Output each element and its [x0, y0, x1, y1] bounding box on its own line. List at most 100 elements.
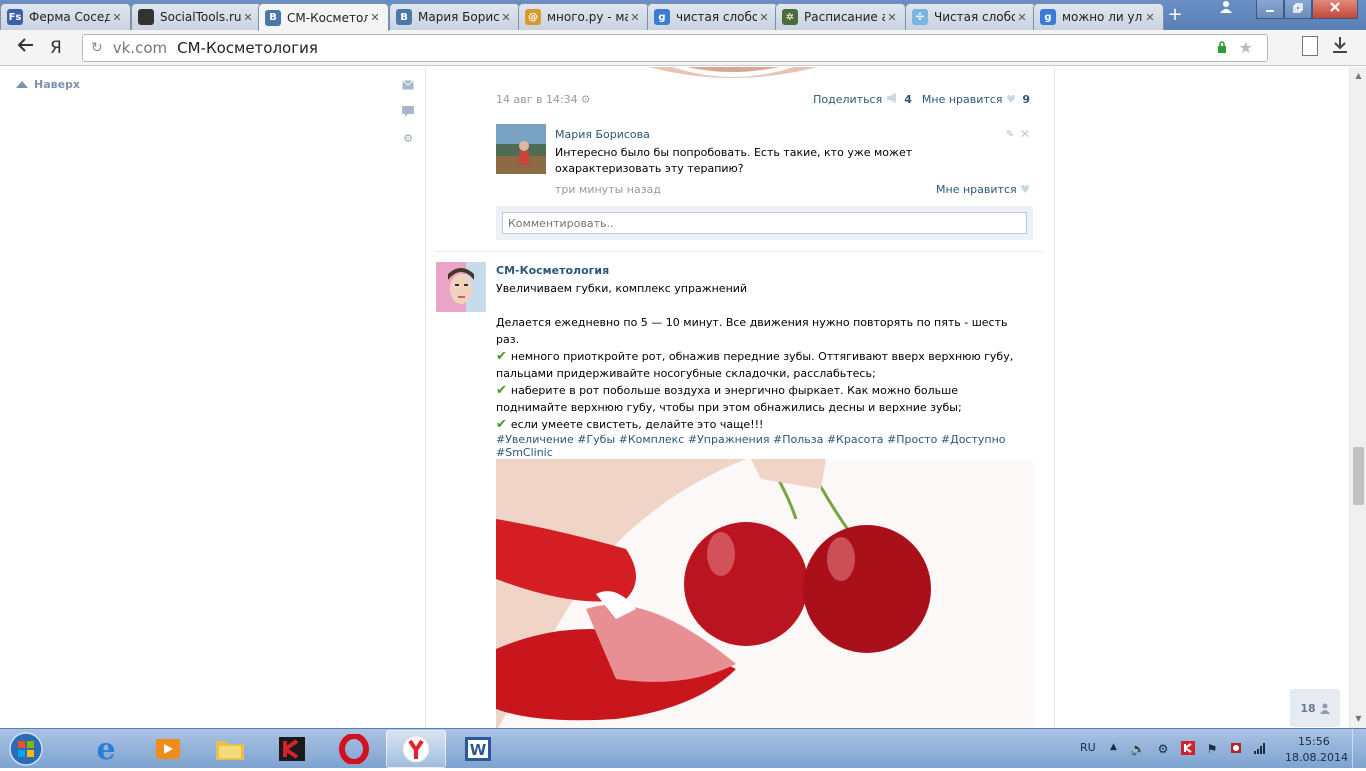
page-icon[interactable] [1302, 36, 1318, 56]
show-hidden-icons[interactable]: ▲ [1110, 742, 1117, 752]
show-desktop-button[interactable] [1352, 729, 1366, 769]
tab-close-icon[interactable]: ✕ [757, 11, 771, 24]
online-counter-widget[interactable]: 18 [1290, 689, 1340, 727]
delete-comment-icon[interactable]: ✕ [1020, 127, 1030, 141]
close-window-button[interactable] [1312, 0, 1358, 19]
yandex-button[interactable]: Я [50, 36, 68, 60]
user-profile-icon[interactable] [1212, 0, 1240, 20]
browser-tab[interactable]: ✣ Чистая слобод✕ [905, 3, 1036, 30]
post-image-lips-cherries[interactable] [496, 459, 1033, 728]
user-icon [1220, 1, 1232, 13]
browser-tab[interactable]: g можно ли улу ✕ [1033, 3, 1164, 30]
messages-icon[interactable] [402, 80, 414, 91]
antivirus-tray-icon[interactable] [1228, 741, 1244, 757]
post-actions: Поделиться 4 Мне нравится ♥ 9 [813, 93, 1030, 106]
comment-text: Интересно было бы попробовать. Есть таки… [555, 146, 913, 175]
tab-label: чистая слобод [676, 10, 757, 24]
folder-icon [216, 741, 244, 760]
like-button[interactable]: Мне нравится ♥ 9 [922, 93, 1030, 106]
scroll-up-link[interactable]: Наверх [16, 78, 80, 91]
tab-close-icon[interactable]: ✕ [499, 11, 513, 24]
post-hashtags[interactable]: #Увеличение #Губы #Комплекс #Упражнения … [496, 433, 1042, 459]
post-author-name[interactable]: СМ-Косметология [496, 264, 609, 277]
post-step-text: если умеете свистеть, делайте это чаще!!… [510, 418, 764, 431]
comments-icon[interactable] [402, 106, 414, 117]
download-icon[interactable] [1332, 36, 1348, 59]
settings-gear-icon[interactable]: ⚙ [402, 133, 414, 144]
tab-label: Мария Борис [418, 10, 499, 24]
scrollbar-thumb[interactable] [1353, 447, 1364, 505]
action-center-flag-icon[interactable]: ⚑ [1204, 741, 1220, 757]
taskbar-word[interactable]: W [448, 730, 508, 768]
taskbar-opera[interactable] [324, 730, 384, 768]
edit-pencil-icon[interactable]: ✎ [1006, 129, 1014, 140]
tab-label: можно ли улу [1062, 10, 1143, 24]
scroll-up-arrow-icon[interactable]: ▲ [1353, 71, 1364, 81]
clock-time[interactable]: 15:56 [1298, 735, 1330, 748]
tab-close-icon[interactable]: ✕ [1015, 11, 1029, 24]
tab-label: Ферма Соседи [29, 10, 110, 24]
signal-strength-icon[interactable] [1252, 741, 1268, 757]
post-title: Увеличиваем губки, комплекс упражнений [496, 282, 748, 295]
reload-icon[interactable]: ↻ [91, 40, 103, 56]
community-avatar[interactable] [436, 262, 486, 312]
maximize-button[interactable] [1284, 0, 1312, 19]
comment-author-name[interactable]: Мария Борисова [555, 128, 650, 141]
taskbar-explorer[interactable] [200, 730, 260, 768]
language-indicator[interactable]: RU [1080, 741, 1096, 754]
checkmark-icon: ✔ [496, 349, 507, 364]
restore-icon [1293, 3, 1303, 13]
opera-icon [339, 734, 369, 764]
lock-icon[interactable] [1217, 41, 1227, 53]
taskbar-kaspersky[interactable] [262, 730, 322, 768]
comment-form [496, 206, 1033, 240]
taskbar-internet-explorer[interactable]: e [76, 730, 136, 768]
tab-close-icon[interactable]: ✕ [628, 11, 642, 24]
tab-label: Чистая слобод [934, 10, 1015, 24]
tab-close-icon[interactable]: ✕ [1143, 11, 1157, 24]
browser-tab[interactable]: g чистая слобод✕ [647, 3, 778, 30]
tab-strip: FsФерма Соседи✕SocialTools.ru✕BСМ-Космет… [0, 0, 1366, 31]
clock-date[interactable]: 18.08.2014 [1285, 751, 1348, 764]
comment-time[interactable]: три минуты назад [555, 183, 661, 196]
word-icon: W [465, 737, 491, 761]
comment-like-button[interactable]: Мне нравится ♥ [936, 183, 1030, 196]
tab-close-icon[interactable]: ✕ [110, 11, 124, 24]
browser-tab[interactable]: B СМ-Косметол ✕ [258, 3, 389, 31]
post-settings-icon[interactable]: ⚙ [581, 93, 591, 106]
back-arrow-icon [17, 38, 33, 52]
share-button[interactable]: Поделиться 4 [813, 93, 912, 106]
back-button[interactable] [14, 36, 38, 60]
page-scrollbar[interactable]: ▲ ▼ [1349, 67, 1366, 728]
previous-post-image[interactable] [628, 67, 838, 83]
circle-favicon-icon [138, 9, 154, 25]
tab-close-icon[interactable]: ✕ [368, 11, 382, 24]
browser-tab[interactable]: @ много.ру - ма ✕ [518, 3, 649, 30]
comment-input[interactable] [502, 212, 1027, 234]
post-date[interactable]: 14 авг в 14:34 [496, 93, 578, 106]
browser-tab[interactable]: B Мария Борис ✕ [389, 3, 520, 30]
minimize-button[interactable] [1256, 0, 1284, 19]
tab-close-icon[interactable]: ✕ [885, 11, 899, 24]
address-bar[interactable]: ↻ vk.com СМ-Косметология ★ [82, 34, 1268, 62]
browser-tab[interactable]: Fs Ферма Соседи✕ [0, 3, 131, 30]
comment-author-avatar[interactable] [496, 124, 546, 174]
kaspersky-tray-icon[interactable] [1180, 741, 1196, 757]
close-icon [1330, 2, 1340, 12]
volume-icon[interactable]: 🔈 [1130, 741, 1146, 757]
bookmark-star-icon[interactable]: ★ [1239, 38, 1253, 57]
url-page-title: СМ-Косметология [177, 39, 318, 57]
vk-favicon-icon: B [396, 9, 412, 25]
taskbar-media-player[interactable] [138, 730, 198, 768]
tab-close-icon[interactable]: ✕ [241, 11, 255, 24]
taskbar-yandex-browser[interactable] [386, 730, 446, 768]
browser-tab[interactable]: SocialTools.ru ✕ [131, 3, 262, 30]
start-button[interactable] [4, 730, 48, 768]
new-tab-button[interactable]: + [1165, 5, 1185, 25]
flake-favicon-icon: ✣ [912, 9, 928, 25]
browser-toolbar: Я ↻ vk.com СМ-Косметология ★ [0, 30, 1366, 66]
network-devices-icon[interactable]: ⚙ [1155, 741, 1171, 757]
browser-tab[interactable]: ✲ Расписание ав✕ [775, 3, 906, 30]
scroll-down-arrow-icon[interactable]: ▼ [1353, 714, 1364, 724]
tab-label: много.ру - ма [547, 10, 628, 24]
